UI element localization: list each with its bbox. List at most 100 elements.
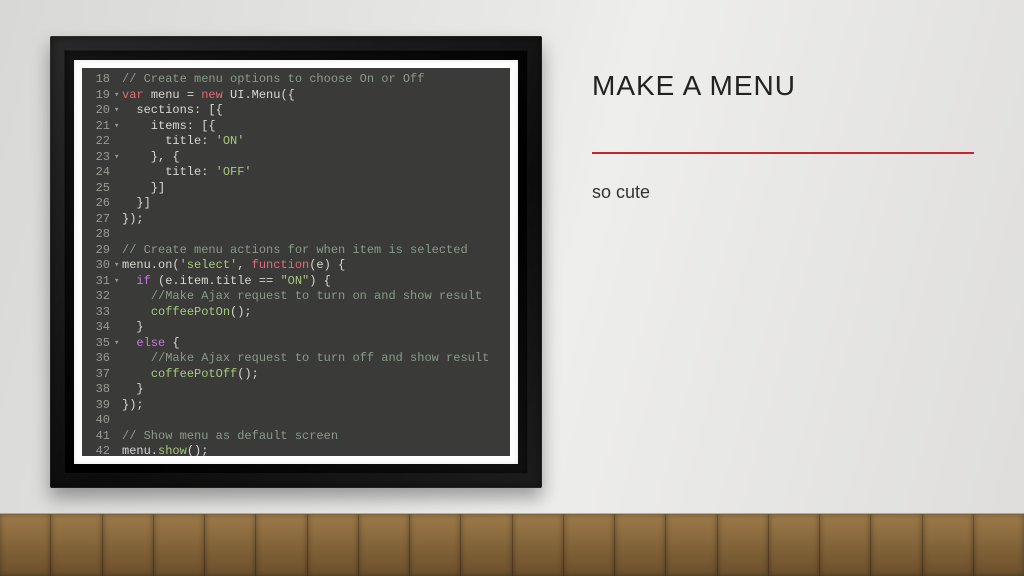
floor-plank bbox=[256, 514, 307, 576]
code-line: 20▾ sections: [{ bbox=[82, 103, 504, 119]
line-number: 26 bbox=[82, 196, 114, 212]
line-number: 24 bbox=[82, 165, 114, 181]
code-line: 23▾ }, { bbox=[82, 150, 504, 166]
fold-marker-icon bbox=[114, 72, 122, 88]
floor-plank bbox=[103, 514, 154, 576]
code-content: //Make Ajax request to turn off and show… bbox=[122, 351, 504, 367]
line-number: 38 bbox=[82, 382, 114, 398]
code-content: }); bbox=[122, 212, 504, 228]
code-content: }] bbox=[122, 181, 504, 197]
wood-floor bbox=[0, 513, 1024, 576]
line-number: 34 bbox=[82, 320, 114, 336]
picture-frame: 18 // Create menu options to choose On o… bbox=[50, 36, 542, 488]
code-line: 30▾menu.on('select', function(e) { bbox=[82, 258, 504, 274]
code-content: }, { bbox=[122, 150, 504, 166]
code-content: var menu = new UI.Menu({ bbox=[122, 88, 504, 104]
code-content: // Create menu actions for when item is … bbox=[122, 243, 504, 259]
line-number: 28 bbox=[82, 227, 114, 243]
code-content: //Make Ajax request to turn on and show … bbox=[122, 289, 504, 305]
fold-marker-icon bbox=[114, 305, 122, 321]
line-number: 20 bbox=[82, 103, 114, 119]
code-line: 42 menu.show(); bbox=[82, 444, 504, 456]
code-line: 34 } bbox=[82, 320, 504, 336]
slide-subtitle: so cute bbox=[592, 182, 650, 203]
code-line: 26 }] bbox=[82, 196, 504, 212]
fold-marker-icon bbox=[114, 289, 122, 305]
floor-plank bbox=[205, 514, 256, 576]
floor-plank bbox=[615, 514, 666, 576]
code-line: 41 // Show menu as default screen bbox=[82, 429, 504, 445]
fold-marker-icon bbox=[114, 413, 122, 429]
code-line: 39 }); bbox=[82, 398, 504, 414]
fold-marker-icon bbox=[114, 320, 122, 336]
code-content: if (e.item.title == "ON") { bbox=[122, 274, 504, 290]
line-number: 41 bbox=[82, 429, 114, 445]
code-line: 18 // Create menu options to choose On o… bbox=[82, 72, 504, 88]
code-line: 22 title: 'ON' bbox=[82, 134, 504, 150]
code-line: 21▾ items: [{ bbox=[82, 119, 504, 135]
code-content: items: [{ bbox=[122, 119, 504, 135]
code-editor: 18 // Create menu options to choose On o… bbox=[82, 68, 510, 456]
code-line: 35▾ else { bbox=[82, 336, 504, 352]
code-line: 40 bbox=[82, 413, 504, 429]
fold-marker-icon bbox=[114, 227, 122, 243]
code-line: 32 //Make Ajax request to turn on and sh… bbox=[82, 289, 504, 305]
code-line: 28 bbox=[82, 227, 504, 243]
fold-marker-icon bbox=[114, 134, 122, 150]
fold-marker-icon: ▾ bbox=[114, 119, 122, 135]
code-content: else { bbox=[122, 336, 504, 352]
fold-marker-icon: ▾ bbox=[114, 88, 122, 104]
floor-plank bbox=[923, 514, 974, 576]
code-content: }] bbox=[122, 196, 504, 212]
line-number: 37 bbox=[82, 367, 114, 383]
fold-marker-icon bbox=[114, 181, 122, 197]
code-content bbox=[122, 413, 504, 429]
floor-plank bbox=[871, 514, 922, 576]
code-line: 24 title: 'OFF' bbox=[82, 165, 504, 181]
floor-plank bbox=[718, 514, 769, 576]
floor-plank bbox=[769, 514, 820, 576]
line-number: 33 bbox=[82, 305, 114, 321]
line-number: 36 bbox=[82, 351, 114, 367]
fold-marker-icon: ▾ bbox=[114, 103, 122, 119]
fold-marker-icon bbox=[114, 444, 122, 456]
line-number: 32 bbox=[82, 289, 114, 305]
line-number: 39 bbox=[82, 398, 114, 414]
floor-plank bbox=[308, 514, 359, 576]
floor-plank bbox=[410, 514, 461, 576]
fold-marker-icon bbox=[114, 429, 122, 445]
line-number: 40 bbox=[82, 413, 114, 429]
floor-plank bbox=[820, 514, 871, 576]
fold-marker-icon bbox=[114, 351, 122, 367]
floor-plank bbox=[461, 514, 512, 576]
code-content: coffeePotOn(); bbox=[122, 305, 504, 321]
code-line: 31▾ if (e.item.title == "ON") { bbox=[82, 274, 504, 290]
line-number: 19 bbox=[82, 88, 114, 104]
title-underline bbox=[592, 152, 974, 154]
code-content: coffeePotOff(); bbox=[122, 367, 504, 383]
floor-plank bbox=[513, 514, 564, 576]
fold-marker-icon bbox=[114, 382, 122, 398]
line-number: 23 bbox=[82, 150, 114, 166]
code-line: 25 }] bbox=[82, 181, 504, 197]
picture-mat: 18 // Create menu options to choose On o… bbox=[74, 60, 518, 464]
picture-frame-inner: 18 // Create menu options to choose On o… bbox=[64, 50, 528, 474]
fold-marker-icon bbox=[114, 398, 122, 414]
code-content: sections: [{ bbox=[122, 103, 504, 119]
slide-stage: MAKE A MENU so cute 18 // Create menu op… bbox=[0, 0, 1024, 576]
slide-title: MAKE A MENU bbox=[592, 70, 796, 102]
fold-marker-icon bbox=[114, 196, 122, 212]
code-content: title: 'OFF' bbox=[122, 165, 504, 181]
line-number: 25 bbox=[82, 181, 114, 197]
code-content: menu.on('select', function(e) { bbox=[122, 258, 504, 274]
line-number: 31 bbox=[82, 274, 114, 290]
fold-marker-icon bbox=[114, 212, 122, 228]
floor-plank bbox=[359, 514, 410, 576]
code-content: }); bbox=[122, 398, 504, 414]
fold-marker-icon: ▾ bbox=[114, 274, 122, 290]
floor-plank bbox=[564, 514, 615, 576]
code-content: } bbox=[122, 320, 504, 336]
floor-plank bbox=[154, 514, 205, 576]
code-line: 37 coffeePotOff(); bbox=[82, 367, 504, 383]
line-number: 30 bbox=[82, 258, 114, 274]
